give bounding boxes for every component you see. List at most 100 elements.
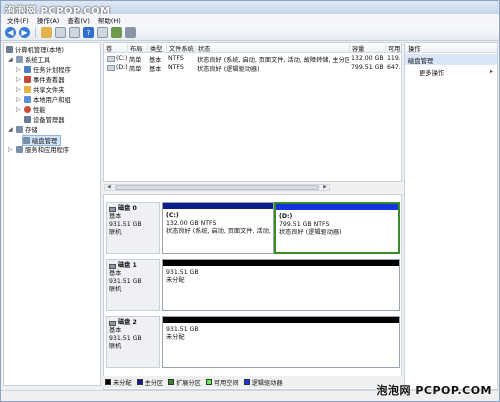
disk-status: 联机 [109,286,122,293]
horizontal-scrollbar[interactable]: ◀ ▶ [104,184,330,191]
cell-filesystem: NTFS [168,64,184,71]
column-header-free[interactable]: 可用 [385,44,401,52]
tree-item-storage[interactable]: ◢ 存储 [8,125,38,134]
grid-icon[interactable] [97,27,108,38]
legend-swatch [243,379,250,385]
legend-label: 可用空间 [213,379,239,387]
expand-icon[interactable]: ▷ [16,76,22,83]
column-header-filesystem[interactable]: 文件系统 [166,44,195,52]
partition-size: 931.51 GB [166,326,199,333]
folder-icon[interactable] [41,27,52,38]
tree-item-label: 系统工具 [25,57,51,64]
table-row[interactable]: (D:) 简单 基本 NTFS 状态良好 (逻辑驱动器) 799.51 GB 6… [104,64,401,73]
event-icon [24,76,31,83]
column-header-volume[interactable]: 卷 [104,44,127,52]
partition-size: 931.51 GB [166,269,199,276]
more-actions-link[interactable]: 更多操作 [419,68,444,77]
menu-help[interactable]: 帮助(H) [98,15,121,25]
tree-item-device-manager[interactable]: 设备管理器 [24,115,64,124]
disk-name: 磁盘 0 [118,205,137,212]
column-header-layout[interactable]: 布局 [127,44,147,52]
disk-size: 931.51 GB [109,278,142,285]
expand-icon[interactable]: ▷ [16,96,22,103]
back-icon[interactable]: ◀ [5,27,16,38]
scrollbar-thumb[interactable] [115,185,319,190]
export-icon[interactable] [111,27,122,38]
expand-icon[interactable]: ▷ [16,66,22,73]
legend-label: 未分配 [113,379,132,387]
disk-icon [109,320,116,326]
cell-status: 状态良好 (逻辑驱动器) [197,66,260,73]
legend-free-space: 可用空间 [205,378,239,387]
expand-icon[interactable]: ▷ [8,146,14,153]
help-icon[interactable]: ? [83,27,94,38]
disk-name: 磁盘 2 [118,319,137,326]
cell-free: 119. [387,55,401,62]
performance-icon [24,106,31,113]
tree-item-performance[interactable]: ▷ 性能 [16,105,46,114]
tree-item-shared-folders[interactable]: ▷ 共享文件夹 [16,85,64,94]
partition-unallocated[interactable]: 931.51 GB 未分配 [162,316,400,368]
table-row[interactable]: (C:) 简单 基本 NTFS 状态良好 (系统, 启动, 页面文件, 活动, … [104,55,401,64]
scroll-left-icon[interactable]: ◀ [107,184,111,190]
partition-d[interactable]: (D:) 799.51 GB NTFS 状态良好 (逻辑驱动器) [274,202,400,254]
tree-item-computer-management[interactable]: 计算机管理(本地) [6,45,64,54]
menu-file[interactable]: 文件(F) [7,15,29,25]
disk-info[interactable]: 磁盘 1 基本 931.51 GB 联机 [106,259,160,311]
cell-capacity: 799.51 GB [351,64,384,71]
legend-label: 主分区 [144,379,164,387]
list-icon[interactable] [69,27,80,38]
legend-primary: 主分区 [136,378,164,387]
disk-info[interactable]: 磁盘 0 基本 931.51 GB 联机 [106,202,160,254]
menu-view[interactable]: 查看(V) [67,15,90,25]
menu-action[interactable]: 操作(A) [37,15,60,25]
tree-item-task-scheduler[interactable]: ▷ 任务计划程序 [16,65,71,74]
disk-icon [23,137,30,144]
tree-item-services-apps[interactable]: ▷ 服务和应用程序 [8,145,69,154]
collapse-icon[interactable]: ◢ [8,126,14,133]
cell-type: 基本 [149,66,162,73]
tree-item-event-viewer[interactable]: ▷ 事件查看器 [16,75,64,84]
volume-list: 卷 布局 类型 文件系统 状态 容量 可用 (C:) 简单 基本 NTFS 状态… [103,42,402,182]
device-icon [24,116,31,123]
expand-icon[interactable]: ▷ [16,86,22,93]
properties-icon[interactable] [55,27,66,38]
tools-icon [16,56,23,63]
tree-item-label: 磁盘管理 [32,138,58,145]
users-icon [24,96,31,103]
disk-info[interactable]: 磁盘 2 基本 931.51 GB 联机 [106,316,160,368]
partition-label: (D:) [279,213,293,220]
column-header-capacity[interactable]: 容量 [349,44,385,52]
disk-graph-view: 磁盘 0 基本 931.51 GB 联机 (C:) 132.00 GB NTFS… [103,194,402,390]
cell-layout: 简单 [129,57,142,64]
partition-c[interactable]: (C:) 132.00 GB NTFS 状态良好 (系统, 启动, 页面文件, … [162,202,274,254]
partition-size: 799.51 GB NTFS [279,221,330,228]
partition-status: 状态良好 (系统, 启动, 页面文件, 活动, [166,228,271,235]
collapse-icon[interactable]: ◢ [8,56,14,63]
actions-pane: 操作 磁盘管理 更多操作 ▸ [404,42,498,390]
forward-icon[interactable]: ▶ [19,27,30,38]
partition-unallocated[interactable]: 931.51 GB 未分配 [162,259,400,311]
center-pane: 卷 布局 类型 文件系统 状态 容量 可用 (C:) 简单 基本 NTFS 状态… [103,42,402,390]
cell-layout: 简单 [129,66,142,73]
disk-type: 基本 [109,327,122,334]
column-header-status[interactable]: 状态 [195,44,349,52]
actions-section-disk-management[interactable]: 磁盘管理 [405,54,497,65]
computer-icon [6,46,13,53]
column-header-type[interactable]: 类型 [147,44,166,52]
cell-volume: (D:) [116,64,128,71]
chevron-right-icon[interactable]: ▸ [490,68,493,75]
legend-logical: 逻辑驱动器 [243,378,283,387]
tree-item-system-tools[interactable]: ◢ 系统工具 [8,55,50,64]
legend-extended: 扩展分区 [168,378,201,387]
disk-icon [109,206,116,212]
storage-icon [16,126,23,133]
scroll-right-icon[interactable]: ▶ [323,184,327,190]
settings-icon[interactable] [125,27,136,38]
cell-capacity: 132.00 GB [351,55,384,62]
tree-item-label: 性能 [33,107,46,114]
watermark-bottom: 泡泡网 PCPOP.COM [376,384,492,397]
tree-item-local-users[interactable]: ▷ 本地用户和组 [16,95,71,104]
expand-icon[interactable]: ▷ [16,106,22,113]
menu-bar: 文件(F) 操作(A) 查看(V) 帮助(H) [1,14,499,25]
